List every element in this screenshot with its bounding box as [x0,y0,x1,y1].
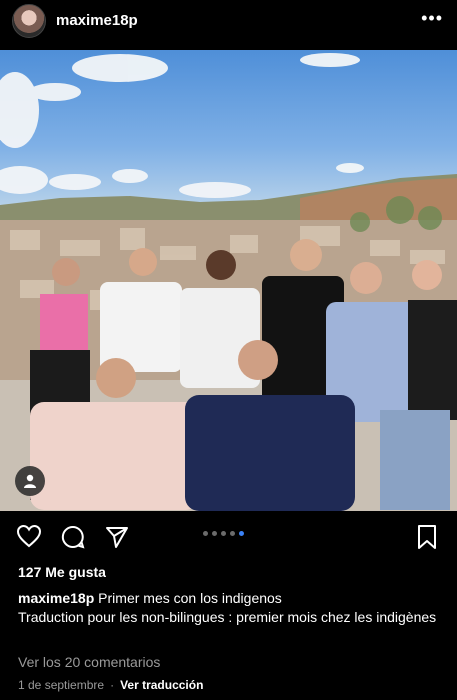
carousel-dot [230,531,235,536]
post-photo[interactable] [0,50,457,511]
post-date: 1 de septiembre [18,678,105,692]
meta-separator: · [110,678,115,692]
carousel-dot [221,531,226,536]
post-caption: maxime18p Primer mes con los indigenos T… [18,589,438,627]
post-header: maxime18p ••• [0,0,457,48]
post-meta: 1 de septiembre · Ver traducción [18,678,203,692]
comment-icon[interactable] [60,524,86,555]
view-comments-link[interactable]: Ver los 20 comentarios [18,654,160,670]
carousel-indicator [203,531,244,536]
carousel-dot [203,531,208,536]
bookmark-icon[interactable] [416,524,438,555]
post-actions [0,520,457,556]
carousel-dot-active [239,531,244,536]
heart-icon[interactable] [16,524,42,553]
likes-count[interactable]: 127 Me gusta [18,564,106,580]
carousel-dot [212,531,217,536]
user-tag-icon[interactable] [15,466,45,496]
more-options-icon[interactable]: ••• [421,8,443,29]
group-photo-illustration [0,50,457,511]
caption-username[interactable]: maxime18p [18,590,94,606]
caption-line-2: Traduction pour les non-bilingues : prem… [18,609,437,625]
caption-line-1: Primer mes con los indigenos [98,590,282,606]
paper-plane-icon[interactable] [104,524,130,555]
see-translation-link[interactable]: Ver traducción [120,678,203,692]
post-username[interactable]: maxime18p [56,12,138,29]
avatar[interactable] [12,4,46,38]
